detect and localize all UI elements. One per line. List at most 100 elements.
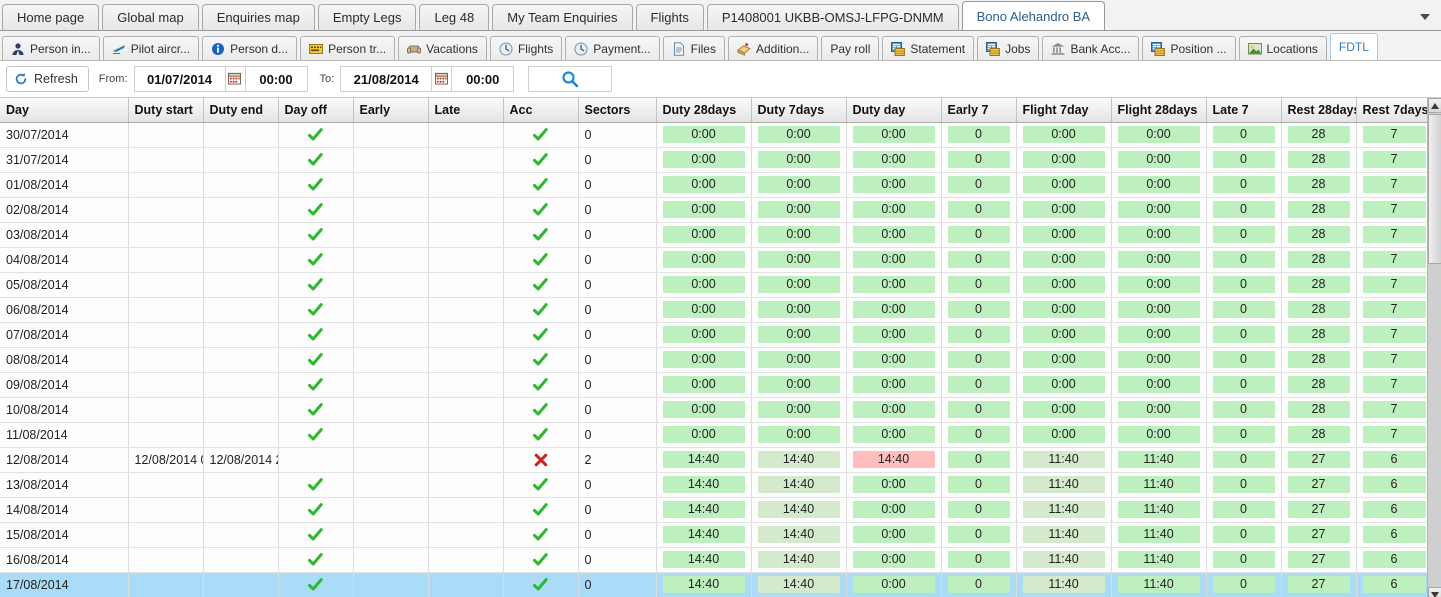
cell-day-off[interactable] xyxy=(278,147,354,173)
cell-rest28[interactable]: 28 xyxy=(1281,347,1357,373)
cell-duty-start[interactable] xyxy=(128,172,204,198)
cell-acc[interactable] xyxy=(503,522,579,548)
cell-duty-end[interactable] xyxy=(203,547,279,573)
sub-tab-8[interactable]: Addition... xyxy=(727,36,819,60)
cell-duty7[interactable]: 0:00 xyxy=(751,347,847,373)
cell-flight7[interactable]: 0:00 xyxy=(1016,422,1112,448)
cell-acc[interactable] xyxy=(503,472,579,498)
cell-duty7[interactable]: 0:00 xyxy=(751,372,847,398)
main-tab-1[interactable]: Global map xyxy=(102,4,199,30)
cell-sectors[interactable]: 2 xyxy=(578,447,657,473)
cell-duty-start[interactable] xyxy=(128,497,204,523)
cell-sectors[interactable]: 0 xyxy=(578,122,657,148)
cell-duty-end[interactable] xyxy=(203,172,279,198)
cell-late[interactable] xyxy=(428,472,504,498)
cell-early[interactable] xyxy=(353,172,429,198)
cell-duty7[interactable]: 0:00 xyxy=(751,272,847,298)
table-row[interactable]: 01/08/2014 0 0:00 0:00 0:00 0 0:00 0:00 0 28 7 xyxy=(0,172,1433,198)
cell-day[interactable]: 02/08/2014 xyxy=(0,197,129,223)
cell-rest28[interactable]: 27 xyxy=(1281,472,1357,498)
cell-rest7[interactable]: 6 xyxy=(1356,547,1433,573)
sub-tab-14[interactable]: Locations xyxy=(1238,36,1327,60)
vertical-scrollbar[interactable] xyxy=(1427,98,1441,597)
cell-rest28[interactable]: 28 xyxy=(1281,272,1357,298)
cell-rest28[interactable]: 28 xyxy=(1281,122,1357,148)
cell-late7[interactable]: 0 xyxy=(1206,397,1282,423)
cell-rest28[interactable]: 27 xyxy=(1281,447,1357,473)
cell-day[interactable]: 15/08/2014 xyxy=(0,522,129,548)
cell-duty-end[interactable] xyxy=(203,147,279,173)
cell-early7[interactable]: 0 xyxy=(941,372,1017,398)
cell-day[interactable]: 31/07/2014 xyxy=(0,147,129,173)
cell-rest28[interactable]: 28 xyxy=(1281,297,1357,323)
column-header-12[interactable]: Flight 7day xyxy=(1016,98,1112,123)
cell-flight28[interactable]: 0:00 xyxy=(1111,222,1207,248)
cell-rest28[interactable]: 27 xyxy=(1281,547,1357,573)
sub-tab-5[interactable]: Flights xyxy=(489,36,563,60)
cell-rest28[interactable]: 28 xyxy=(1281,397,1357,423)
cell-acc[interactable] xyxy=(503,372,579,398)
cell-flight7[interactable]: 0:00 xyxy=(1016,272,1112,298)
cell-flight7[interactable]: 11:40 xyxy=(1016,572,1112,597)
cell-early[interactable] xyxy=(353,222,429,248)
cell-acc[interactable] xyxy=(503,347,579,373)
cell-duty28[interactable]: 14:40 xyxy=(656,522,752,548)
cell-day[interactable]: 17/08/2014 xyxy=(0,572,129,597)
cell-day-off[interactable] xyxy=(278,322,354,348)
cell-day-off[interactable] xyxy=(278,472,354,498)
column-header-10[interactable]: Duty day xyxy=(846,98,942,123)
cell-day[interactable]: 06/08/2014 xyxy=(0,297,129,323)
cell-flight7[interactable]: 0:00 xyxy=(1016,347,1112,373)
cell-early7[interactable]: 0 xyxy=(941,447,1017,473)
cell-early[interactable] xyxy=(353,347,429,373)
cell-early[interactable] xyxy=(353,547,429,573)
cell-early[interactable] xyxy=(353,522,429,548)
cell-late[interactable] xyxy=(428,397,504,423)
cell-sectors[interactable]: 0 xyxy=(578,197,657,223)
cell-early[interactable] xyxy=(353,272,429,298)
cell-early[interactable] xyxy=(353,247,429,273)
cell-early7[interactable]: 0 xyxy=(941,172,1017,198)
cell-early7[interactable]: 0 xyxy=(941,397,1017,423)
to-date-input[interactable]: 21/08/2014 xyxy=(340,66,433,92)
cell-early7[interactable]: 0 xyxy=(941,147,1017,173)
cell-flight7[interactable]: 0:00 xyxy=(1016,247,1112,273)
cell-duty28[interactable]: 14:40 xyxy=(656,547,752,573)
cell-flight7[interactable]: 0:00 xyxy=(1016,372,1112,398)
table-row[interactable]: 10/08/2014 0 0:00 0:00 0:00 0 0:00 0:00 0 28 7 xyxy=(0,397,1433,423)
cell-sectors[interactable]: 0 xyxy=(578,547,657,573)
cell-day-off[interactable] xyxy=(278,522,354,548)
cell-acc[interactable] xyxy=(503,222,579,248)
cell-early[interactable] xyxy=(353,447,429,473)
cell-flight7[interactable]: 11:40 xyxy=(1016,522,1112,548)
cell-early[interactable] xyxy=(353,297,429,323)
cell-duty-day[interactable]: 0:00 xyxy=(846,422,942,448)
cell-late[interactable] xyxy=(428,547,504,573)
cell-duty-end[interactable] xyxy=(203,522,279,548)
cell-rest7[interactable]: 7 xyxy=(1356,197,1433,223)
cell-duty-start[interactable]: 12/08/2014 0 xyxy=(128,447,204,473)
cell-acc[interactable] xyxy=(503,497,579,523)
cell-flight28[interactable]: 0:00 xyxy=(1111,247,1207,273)
cell-duty28[interactable]: 0:00 xyxy=(656,272,752,298)
cell-duty-start[interactable] xyxy=(128,197,204,223)
cell-rest7[interactable]: 7 xyxy=(1356,297,1433,323)
to-time-input[interactable]: 00:00 xyxy=(452,66,515,92)
table-row[interactable]: 12/08/2014 12/08/2014 0 12/08/2014 2 2 14:40… xyxy=(0,447,1433,473)
scroll-up-button[interactable] xyxy=(1428,98,1441,113)
column-header-7[interactable]: Sectors xyxy=(578,98,657,123)
cell-day-off[interactable] xyxy=(278,347,354,373)
cell-duty-day[interactable]: 14:40 xyxy=(846,447,942,473)
cell-day-off[interactable] xyxy=(278,397,354,423)
cell-flight7[interactable]: 0:00 xyxy=(1016,197,1112,223)
cell-duty-end[interactable] xyxy=(203,572,279,597)
cell-early[interactable] xyxy=(353,497,429,523)
cell-sectors[interactable]: 0 xyxy=(578,572,657,597)
cell-early[interactable] xyxy=(353,397,429,423)
sub-tab-4[interactable]: Vacations xyxy=(398,36,487,60)
cell-flight28[interactable]: 0:00 xyxy=(1111,322,1207,348)
cell-flight28[interactable]: 0:00 xyxy=(1111,272,1207,298)
cell-sectors[interactable]: 0 xyxy=(578,472,657,498)
cell-late7[interactable]: 0 xyxy=(1206,372,1282,398)
cell-duty-start[interactable] xyxy=(128,422,204,448)
